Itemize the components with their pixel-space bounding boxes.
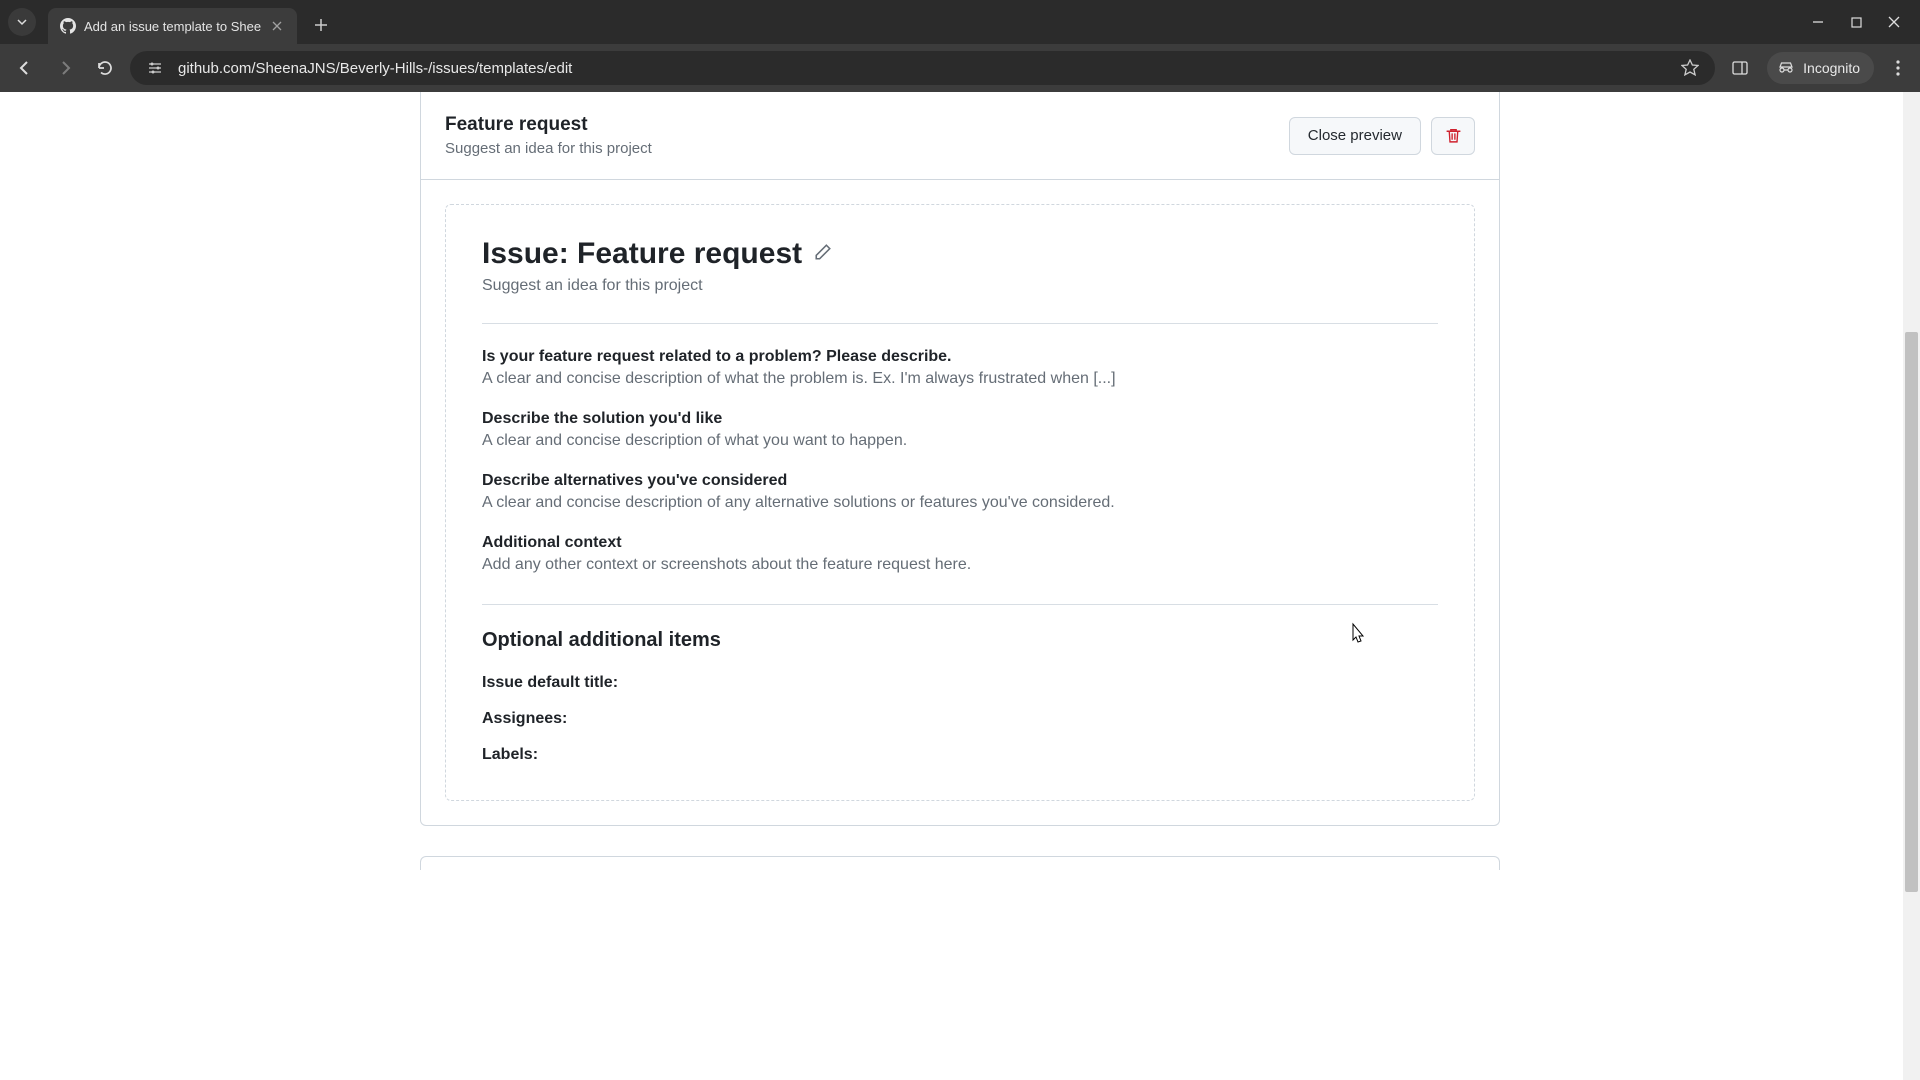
divider	[482, 604, 1438, 605]
scrollbar-thumb[interactable]	[1905, 332, 1918, 892]
section-description: A clear and concise description of what …	[482, 432, 1438, 450]
reload-button[interactable]	[90, 53, 120, 83]
bookmark-button[interactable]	[1679, 57, 1701, 79]
tab-search-button[interactable]	[8, 8, 36, 36]
minimize-icon	[1812, 16, 1824, 28]
close-icon	[272, 21, 282, 31]
section-heading: Describe the solution you'd like	[482, 410, 1438, 428]
address-bar[interactable]: github.com/SheenaJNS/Beverly-Hills-/issu…	[130, 51, 1715, 85]
divider	[482, 323, 1438, 324]
template-section: Additional context Add any other context…	[482, 534, 1438, 574]
panel-icon	[1731, 59, 1749, 77]
scrollbar-track[interactable]	[1903, 92, 1920, 1080]
section-description: A clear and concise description of what …	[482, 370, 1438, 388]
tab-title: Add an issue template to Shee	[84, 19, 261, 34]
section-description: A clear and concise description of any a…	[482, 494, 1438, 512]
section-heading: Additional context	[482, 534, 1438, 552]
forward-button[interactable]	[50, 53, 80, 83]
section-heading: Is your feature request related to a pro…	[482, 348, 1438, 366]
default-title-label: Issue default title:	[482, 674, 1438, 692]
template-subtitle: Suggest an idea for this project	[445, 140, 1289, 157]
close-preview-button[interactable]: Close preview	[1289, 117, 1421, 155]
site-info-button[interactable]	[144, 57, 166, 79]
arrow-right-icon	[56, 59, 74, 77]
incognito-label: Incognito	[1803, 60, 1860, 76]
minimize-button[interactable]	[1808, 12, 1828, 32]
assignees-label: Assignees:	[482, 710, 1438, 728]
template-section: Describe the solution you'd like A clear…	[482, 410, 1438, 450]
template-card: Feature request Suggest an idea for this…	[420, 92, 1500, 826]
url-text: github.com/SheenaJNS/Beverly-Hills-/issu…	[178, 60, 1667, 77]
template-section: Is your feature request related to a pro…	[482, 348, 1438, 388]
page-viewport: Feature request Suggest an idea for this…	[0, 92, 1920, 1080]
star-icon	[1681, 59, 1699, 77]
template-section: Describe alternatives you've considered …	[482, 472, 1438, 512]
kebab-icon	[1896, 60, 1900, 76]
arrow-left-icon	[16, 59, 34, 77]
chevron-down-icon	[16, 16, 28, 28]
browser-toolbar: github.com/SheenaJNS/Beverly-Hills-/issu…	[0, 44, 1920, 92]
close-window-button[interactable]	[1884, 12, 1904, 32]
tune-icon	[146, 59, 164, 77]
pencil-icon	[814, 243, 832, 261]
incognito-icon	[1777, 59, 1795, 77]
trash-icon	[1445, 127, 1462, 144]
maximize-icon	[1851, 17, 1862, 28]
tab-close-button[interactable]	[269, 18, 285, 34]
section-heading: Describe alternatives you've considered	[482, 472, 1438, 490]
issue-title: Issue: Feature request	[482, 237, 802, 271]
template-preview-panel: Issue: Feature request Suggest an idea f…	[445, 204, 1475, 801]
browser-tab[interactable]: Add an issue template to Shee	[48, 8, 297, 44]
delete-template-button[interactable]	[1431, 117, 1475, 155]
side-panel-button[interactable]	[1725, 53, 1755, 83]
reload-icon	[96, 59, 114, 77]
browser-titlebar: Add an issue template to Shee	[0, 0, 1920, 44]
optional-items-heading: Optional additional items	[482, 629, 1438, 652]
browser-menu-button[interactable]	[1886, 56, 1910, 80]
new-tab-button[interactable]	[307, 11, 335, 39]
back-button[interactable]	[10, 53, 40, 83]
window-controls	[1808, 12, 1912, 32]
edit-title-button[interactable]	[814, 243, 832, 266]
next-template-card	[420, 856, 1500, 870]
issue-subtitle: Suggest an idea for this project	[482, 277, 1438, 295]
template-title: Feature request	[445, 114, 1289, 136]
section-description: Add any other context or screenshots abo…	[482, 556, 1438, 574]
incognito-indicator[interactable]: Incognito	[1767, 52, 1874, 84]
plus-icon	[314, 18, 328, 32]
template-header: Feature request Suggest an idea for this…	[421, 92, 1499, 180]
maximize-button[interactable]	[1846, 12, 1866, 32]
close-icon	[1888, 16, 1900, 28]
github-favicon-icon	[60, 18, 76, 34]
labels-label: Labels:	[482, 746, 1438, 764]
